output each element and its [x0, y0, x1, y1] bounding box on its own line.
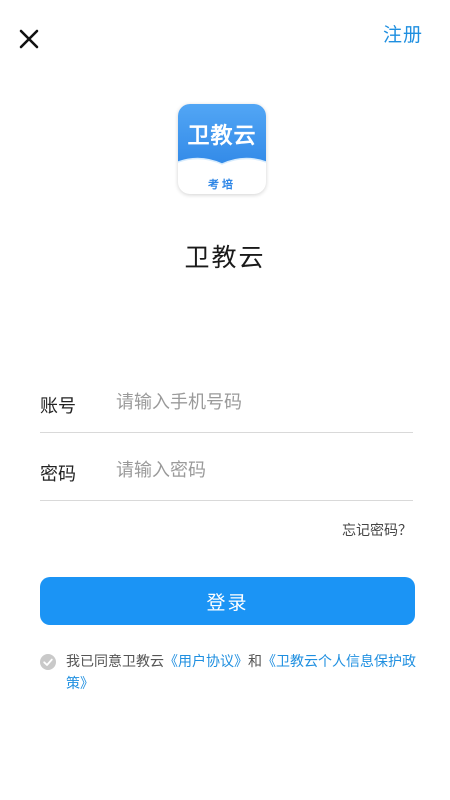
- app-logo: 卫教云 考培: [178, 104, 266, 194]
- user-agreement-link[interactable]: 《用户协议》: [164, 654, 248, 670]
- login-button[interactable]: 登录: [40, 577, 415, 625]
- register-link[interactable]: 注册: [383, 20, 423, 47]
- password-row: 密码: [40, 440, 413, 501]
- agreement-text: 我已同意卫教云《用户协议》和《卫教云个人信息保护政策》: [66, 651, 416, 695]
- logo-title: 卫教云: [187, 124, 257, 149]
- forgot-password-link[interactable]: 忘记密码？: [342, 520, 412, 540]
- account-label: 账号: [40, 396, 76, 417]
- account-input[interactable]: [116, 386, 406, 418]
- check-icon: [43, 658, 53, 666]
- app-name: 卫教云: [184, 243, 266, 272]
- close-icon: [19, 29, 39, 49]
- agreement-prefix: 我已同意卫教云: [66, 654, 164, 670]
- password-label: 密码: [40, 464, 76, 485]
- agreement-checkbox[interactable]: [40, 654, 56, 670]
- account-row: 账号: [40, 372, 413, 433]
- book-icon: [178, 157, 266, 178]
- close-button[interactable]: [14, 24, 44, 54]
- login-screen: 注册 卫教云 考培 卫教云 账号 密码 忘记密码？ 登录 我已同意卫教云《用户协…: [0, 0, 450, 800]
- agreement-conjunction: 和: [248, 654, 262, 670]
- password-input[interactable]: [116, 454, 406, 486]
- logo-subtitle: 考培: [208, 178, 236, 191]
